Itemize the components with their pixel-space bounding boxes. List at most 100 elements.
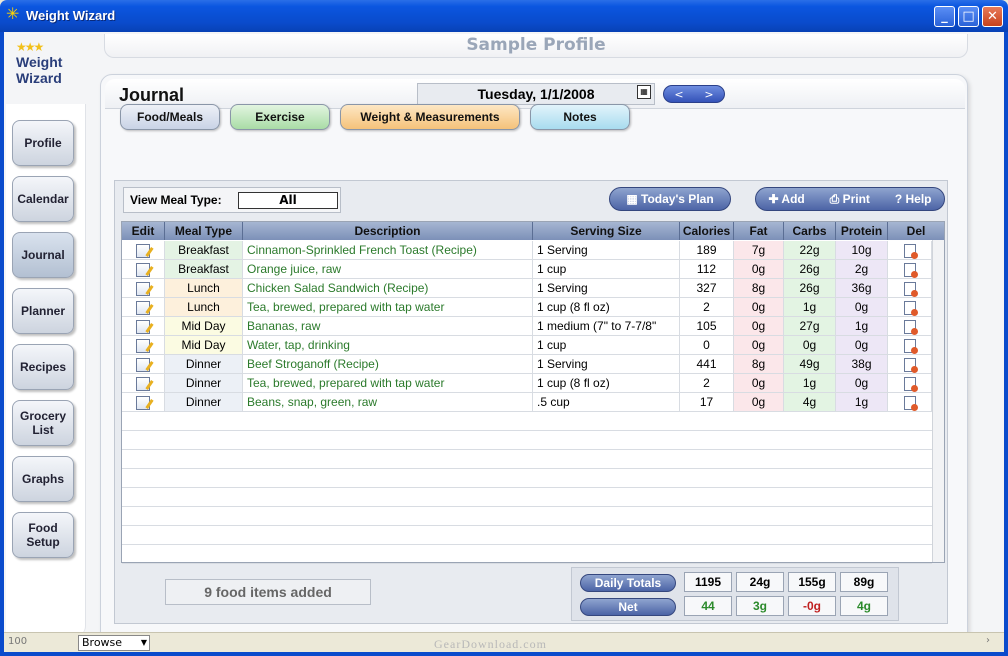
protein-cell: 10g bbox=[836, 241, 888, 259]
meal-type-select[interactable]: All bbox=[238, 192, 338, 209]
watermark: GearDownload.com bbox=[434, 637, 547, 651]
edit-icon[interactable] bbox=[136, 376, 150, 391]
tab-notes[interactable]: Notes bbox=[530, 104, 630, 130]
edit-icon[interactable] bbox=[136, 300, 150, 315]
col-edit[interactable]: Edit bbox=[122, 222, 165, 240]
delete-cell bbox=[888, 279, 932, 297]
edit-icon[interactable] bbox=[136, 338, 150, 353]
calories-cell: 441 bbox=[680, 355, 734, 373]
table-row[interactable]: Lunch Tea, brewed, prepared with tap wate… bbox=[122, 298, 932, 317]
daily-calories: 1195 bbox=[684, 572, 732, 592]
col-fat[interactable]: Fat bbox=[734, 222, 784, 240]
col-meal-type[interactable]: Meal Type bbox=[165, 222, 243, 240]
col-serving-size[interactable]: Serving Size bbox=[533, 222, 680, 240]
col-protein[interactable]: Protein bbox=[836, 222, 888, 240]
scroll-right-icon[interactable]: › bbox=[986, 635, 990, 646]
col-carbs[interactable]: Carbs bbox=[784, 222, 836, 240]
calories-cell: 2 bbox=[680, 374, 734, 392]
nav-graphs-button[interactable]: Graphs bbox=[12, 456, 74, 502]
nav-journal-button[interactable]: Journal bbox=[12, 232, 74, 278]
table-row[interactable]: Mid Day Bananas, raw 1 medium (7" to 7-7/8… bbox=[122, 317, 932, 336]
todays-plan-button[interactable]: ▦ Today's Plan bbox=[609, 187, 731, 211]
nav-profile-button[interactable]: Profile bbox=[12, 120, 74, 166]
delete-icon[interactable] bbox=[903, 376, 918, 392]
items-count: 9 food items added bbox=[165, 579, 371, 605]
title-bar[interactable]: ✳ Weight Wizard _ □ ✕ bbox=[0, 0, 1008, 32]
col-description[interactable]: Description bbox=[243, 222, 533, 240]
serving-size-cell: 1 medium (7" to 7-7/8" bbox=[533, 317, 680, 335]
logo-text-2: Wizard bbox=[16, 70, 62, 86]
help-button[interactable]: ? Help bbox=[895, 188, 932, 210]
nav-food-setup-button[interactable]: Food Setup bbox=[12, 512, 74, 558]
food-grid: Edit Meal Type Description Serving Size … bbox=[121, 221, 945, 564]
calories-cell: 2 bbox=[680, 298, 734, 316]
print-button[interactable]: ⎙ Print bbox=[830, 188, 870, 210]
description-cell: Cinnamon-Sprinkled French Toast (Recipe) bbox=[243, 241, 533, 259]
table-row[interactable]: Dinner Tea, brewed, prepared with tap wat… bbox=[122, 374, 932, 393]
prev-date-button[interactable]: < bbox=[674, 88, 683, 101]
edit-icon[interactable] bbox=[136, 262, 150, 277]
edit-icon[interactable] bbox=[136, 281, 150, 296]
edit-icon[interactable] bbox=[136, 243, 150, 258]
table-row[interactable]: Breakfast Cinnamon-Sprinkled French Toast… bbox=[122, 241, 932, 260]
delete-icon[interactable] bbox=[903, 319, 918, 335]
table-row[interactable]: Breakfast Orange juice, raw 1 cup 112 0g 26g 2… bbox=[122, 260, 932, 279]
mode-value: Browse bbox=[82, 636, 123, 649]
edit-icon[interactable] bbox=[136, 395, 150, 410]
edit-icon[interactable] bbox=[136, 357, 150, 372]
nav-recipes-button[interactable]: Recipes bbox=[12, 344, 74, 390]
edit-icon[interactable] bbox=[136, 319, 150, 334]
close-button[interactable]: ✕ bbox=[982, 6, 1003, 27]
description-cell: Orange juice, raw bbox=[243, 260, 533, 278]
table-row[interactable]: Lunch Chicken Salad Sandwich (Recipe) 1 Se… bbox=[122, 279, 932, 298]
grid-scrollbar[interactable] bbox=[932, 240, 944, 562]
daily-fat: 24g bbox=[736, 572, 784, 592]
next-date-button[interactable]: > bbox=[704, 88, 713, 101]
fat-cell: 0g bbox=[734, 374, 784, 392]
serving-size-cell: 1 cup bbox=[533, 336, 680, 354]
tab-exercise[interactable]: Exercise bbox=[230, 104, 330, 130]
col-del[interactable]: Del bbox=[888, 222, 944, 240]
zoom-level[interactable]: 100 bbox=[8, 636, 27, 647]
net-carbs: -0g bbox=[788, 596, 836, 616]
protein-cell: 0g bbox=[836, 374, 888, 392]
net-button[interactable]: Net bbox=[580, 598, 676, 616]
table-row[interactable]: Dinner Beef Stroganoff (Recipe) 1 Serving 4… bbox=[122, 355, 932, 374]
minimize-button[interactable]: _ bbox=[934, 6, 955, 27]
nav-grocery-list-button[interactable]: Grocery List bbox=[12, 400, 74, 446]
col-calories[interactable]: Calories bbox=[680, 222, 734, 240]
add-button[interactable]: ✚ Add bbox=[768, 188, 804, 210]
nav-calendar-button[interactable]: Calendar bbox=[12, 176, 74, 222]
delete-icon[interactable] bbox=[903, 262, 918, 278]
daily-totals-button[interactable]: Daily Totals bbox=[580, 574, 676, 592]
serving-size-cell: 1 cup (8 fl oz) bbox=[533, 374, 680, 392]
meal-type-label: View Meal Type: bbox=[130, 193, 222, 207]
description-cell: Water, tap, drinking bbox=[243, 336, 533, 354]
delete-icon[interactable] bbox=[903, 243, 918, 259]
mode-select[interactable]: Browse ▼ bbox=[78, 635, 150, 651]
table-row[interactable]: Dinner Beans, snap, green, raw .5 cup 17 0g 4… bbox=[122, 393, 932, 412]
calendar-icon[interactable]: ▦ bbox=[637, 85, 651, 99]
delete-icon[interactable] bbox=[903, 395, 918, 411]
edit-cell bbox=[122, 279, 165, 297]
delete-cell bbox=[888, 298, 932, 316]
net-protein: 4g bbox=[840, 596, 888, 616]
maximize-button[interactable]: □ bbox=[958, 6, 979, 27]
empty-row bbox=[122, 431, 932, 450]
delete-icon[interactable] bbox=[903, 300, 918, 316]
delete-icon[interactable] bbox=[903, 357, 918, 373]
nav-planner-button[interactable]: Planner bbox=[12, 288, 74, 334]
delete-icon[interactable] bbox=[903, 281, 918, 297]
carbs-cell: 27g bbox=[784, 317, 836, 335]
print-icon: ⎙ bbox=[829, 192, 843, 206]
calories-cell: 0 bbox=[680, 336, 734, 354]
fat-cell: 0g bbox=[734, 317, 784, 335]
carbs-cell: 1g bbox=[784, 298, 836, 316]
table-row[interactable]: Mid Day Water, tap, drinking 1 cup 0 0g 0g 0g bbox=[122, 336, 932, 355]
calories-cell: 327 bbox=[680, 279, 734, 297]
empty-row bbox=[122, 507, 932, 526]
delete-icon[interactable] bbox=[903, 338, 918, 354]
date-display[interactable]: Tuesday, 1/1/2008 bbox=[417, 83, 655, 105]
tab-food-meals[interactable]: Food/Meals bbox=[120, 104, 220, 130]
tab-weight-measurements[interactable]: Weight & Measurements bbox=[340, 104, 520, 130]
